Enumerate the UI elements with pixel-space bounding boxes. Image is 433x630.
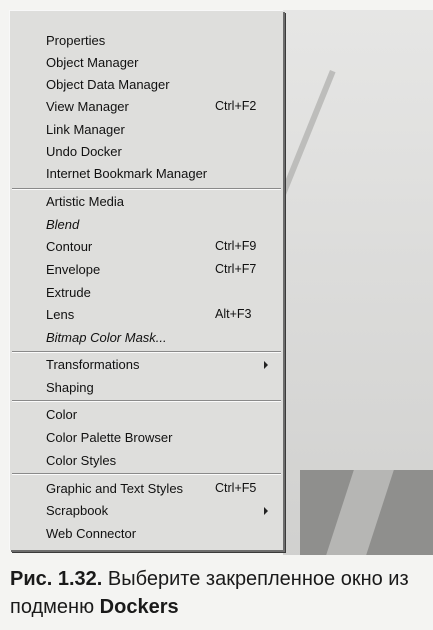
menu-item-label: Internet Bookmark Manager [46, 166, 208, 181]
menu-item-label: Web Connector [46, 526, 137, 541]
menu-item-properties[interactable]: Properties [10, 30, 283, 52]
menu-item-shortcut: Ctrl+F2 [215, 99, 257, 113]
menu-item-label: Transformations [46, 357, 140, 372]
menu-item-object-data-manager[interactable]: Object Data Manager [10, 74, 283, 96]
menu-item-label: Contour [46, 239, 93, 254]
menu-separator [12, 473, 281, 475]
menu-item-shaping[interactable]: Shaping [10, 377, 283, 399]
menu-item-web-connector[interactable]: Web Connector [10, 523, 283, 545]
menu-separator [12, 400, 281, 402]
menu-item-transformations[interactable]: Transformations [10, 354, 283, 376]
submenu-arrow-icon [264, 507, 268, 515]
menu-item-label: Link Manager [46, 122, 125, 137]
menu-item-object-manager[interactable]: Object Manager [10, 52, 283, 74]
submenu-arrow-icon [264, 361, 268, 369]
menu-item-extrude[interactable]: Extrude [10, 282, 283, 304]
menu-item-artistic-media[interactable]: Artistic Media [10, 191, 283, 213]
menu-item-lens[interactable]: Lens Alt+F3 [10, 304, 283, 326]
menu-item-color-styles[interactable]: Color Styles [10, 450, 283, 472]
menu-item-shortcut: Alt+F3 [215, 307, 252, 321]
menu-item-label: Undo Docker [46, 144, 122, 159]
menu-item-label: Scrapbook [46, 503, 109, 518]
menu-item-label: Artistic Media [46, 194, 125, 209]
menu-item-view-manager[interactable]: View Manager Ctrl+F2 [10, 96, 283, 118]
menu-item-label: Object Manager [46, 55, 139, 70]
menu-item-label: Properties [46, 33, 106, 48]
menu-item-label: View Manager [46, 99, 129, 114]
menu-item-label: Extrude [46, 285, 91, 300]
menu-item-shortcut: Ctrl+F5 [215, 481, 257, 495]
menu-item-internet-bookmark-manager[interactable]: Internet Bookmark Manager [10, 163, 283, 185]
menu-item-label: Graphic and Text Styles [46, 481, 184, 496]
menu-item-label: Color Palette Browser [46, 430, 173, 445]
menu-item-label: Color Styles [46, 453, 117, 468]
menu-item-label: Blend [46, 217, 80, 232]
figure-caption: Рис. 1.32. Выберите закрепленное окно из… [10, 565, 430, 621]
menu-item-shortcut: Ctrl+F7 [215, 262, 257, 276]
menu-item-envelope[interactable]: Envelope Ctrl+F7 [10, 259, 283, 281]
menu-item-label: Color [46, 407, 78, 422]
menu-item-label: Lens [46, 307, 75, 322]
menu-separator [12, 188, 281, 190]
menu-item-undo-docker[interactable]: Undo Docker [10, 141, 283, 163]
figure-number: Рис. 1.32. [10, 568, 103, 590]
menu-item-bitmap-color-mask[interactable]: Bitmap Color Mask... [10, 327, 283, 349]
caption-strong-word: Dockers [99, 596, 179, 618]
menu-item-contour[interactable]: Contour Ctrl+F9 [10, 236, 283, 258]
menu-item-label: Bitmap Color Mask... [46, 330, 167, 345]
menu-separator [12, 351, 281, 353]
dockers-submenu: Properties Object Manager Object Data Ma… [9, 10, 283, 550]
menu-item-link-manager[interactable]: Link Manager [10, 119, 283, 141]
menu-item-label: Envelope [46, 262, 101, 277]
menu-item-label: Shaping [46, 380, 94, 395]
menu-item-color[interactable]: Color [10, 404, 283, 426]
menu-item-shortcut: Ctrl+F9 [215, 239, 257, 253]
menu-item-graphic-and-text-styles[interactable]: Graphic and Text Styles Ctrl+F5 [10, 478, 283, 500]
menu-item-label: Object Data Manager [46, 77, 170, 92]
background-dark-shape [300, 470, 433, 555]
menu-item-scrapbook[interactable]: Scrapbook [10, 500, 283, 522]
menu-item-color-palette-browser[interactable]: Color Palette Browser [10, 427, 283, 449]
menu-item-blend[interactable]: Blend [10, 214, 283, 236]
